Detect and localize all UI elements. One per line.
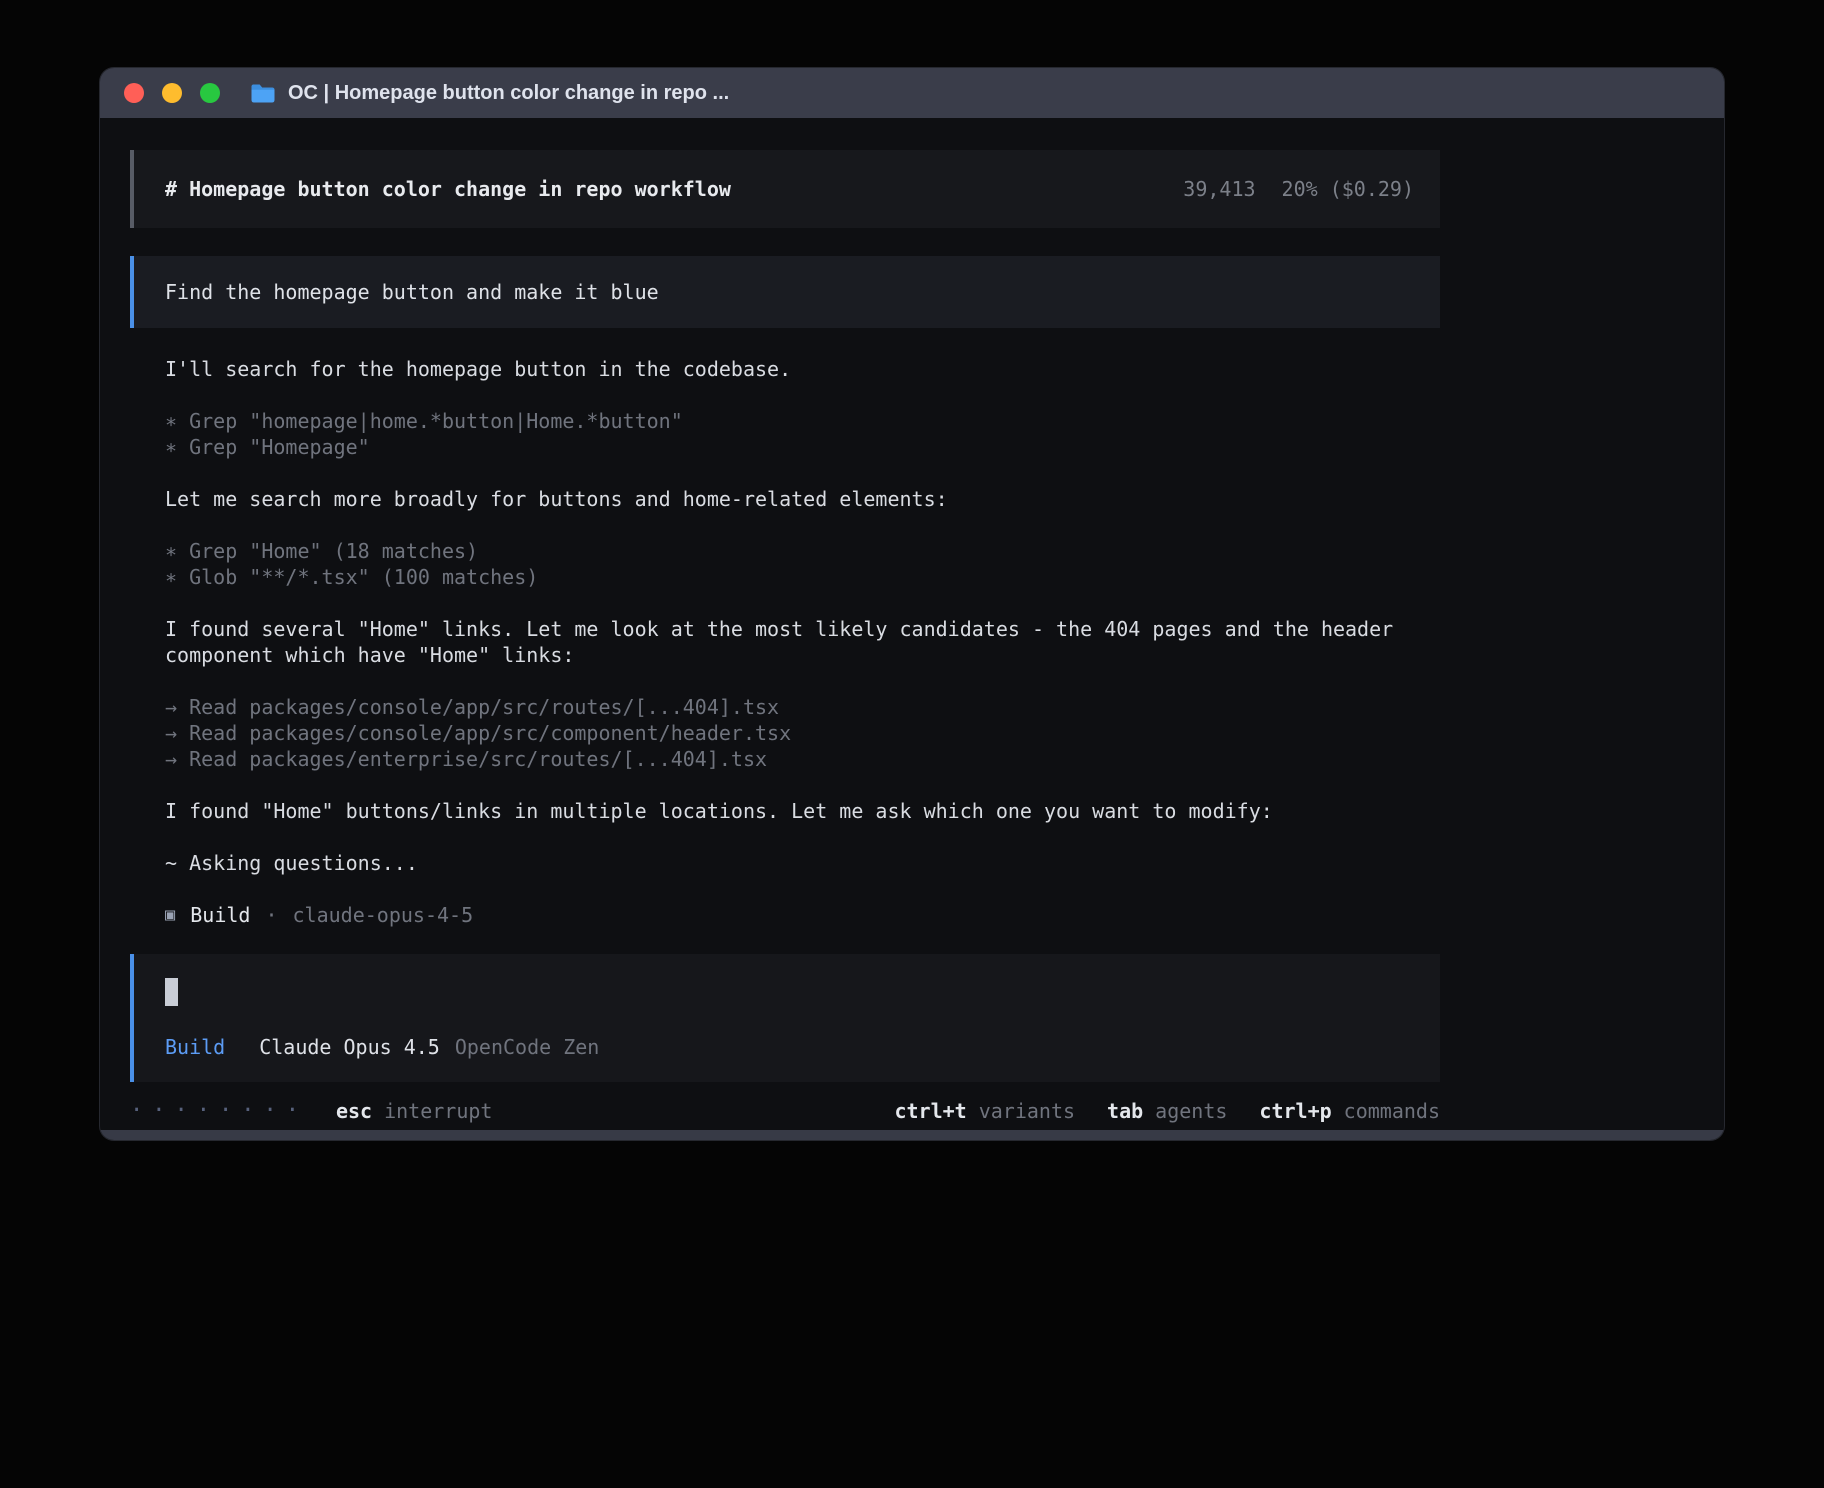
shortcut-label: commands [1344, 1098, 1440, 1124]
window-title: OC | Homepage button color change in rep… [288, 82, 729, 105]
shortcut-key: tab [1107, 1098, 1143, 1124]
esc-key-label: interrupt [384, 1098, 492, 1124]
token-count: 39,413 [1183, 177, 1255, 201]
traffic-lights [124, 83, 220, 103]
tool-call-read: → Read packages/console/app/src/routes/[… [165, 694, 1440, 720]
status-bar-left: ········ esc interrupt [130, 1098, 492, 1124]
minimize-window-button[interactable] [162, 83, 182, 103]
tool-call-read: → Read packages/console/app/src/componen… [165, 720, 1440, 746]
tool-call-grep: ∗ Grep "homepage|home.*button|Home.*butt… [165, 408, 1440, 434]
conversation: I'll search for the homepage button in t… [130, 356, 1440, 928]
session-stats: 39,413 20% ($0.29) [1183, 177, 1414, 201]
tool-call-group: ∗ Grep "Home" (18 matches) ∗ Glob "**/*.… [165, 538, 1440, 590]
status-line: ~ Asking questions... [165, 850, 1410, 876]
spinner-dots: ········ [130, 1098, 308, 1124]
terminal-content: # Homepage button color change in repo w… [130, 150, 1440, 1124]
separator-dot: · [265, 902, 277, 928]
esc-key-hint: esc [336, 1098, 372, 1124]
assistant-text: I'll search for the homepage button in t… [165, 356, 1410, 382]
tool-call-glob: ∗ Glob "**/*.tsx" (100 matches) [165, 564, 1440, 590]
window-title-group: OC | Homepage button color change in rep… [250, 82, 729, 105]
shortcut-label: agents [1155, 1098, 1227, 1124]
agent-mode-badge[interactable]: Build [165, 1034, 225, 1060]
tool-call-grep: ∗ Grep "Home" (18 matches) [165, 538, 1440, 564]
user-message-text: Find the homepage button and make it blu… [165, 280, 659, 304]
tool-call-grep: ∗ Grep "Homepage" [165, 434, 1440, 460]
user-message: Find the homepage button and make it blu… [130, 256, 1440, 328]
folder-icon [250, 83, 276, 104]
close-window-button[interactable] [124, 83, 144, 103]
agent-model: claude-opus-4-5 [293, 902, 474, 928]
status-bar-right: ctrl+t variants tab agents ctrl+p comman… [894, 1098, 1440, 1124]
tool-call-group: → Read packages/console/app/src/routes/[… [165, 694, 1440, 772]
agent-icon: ▣ [165, 902, 175, 928]
session-header: # Homepage button color change in repo w… [130, 150, 1440, 228]
tool-call-group: ∗ Grep "homepage|home.*button|Home.*butt… [165, 408, 1440, 460]
session-title: # Homepage button color change in repo w… [165, 177, 731, 201]
maximize-window-button[interactable] [200, 83, 220, 103]
assistant-text: I found "Home" buttons/links in multiple… [165, 798, 1410, 824]
agent-name: Build [190, 902, 250, 928]
assistant-text: Let me search more broadly for buttons a… [165, 486, 1410, 512]
model-name: Claude Opus 4.5 [259, 1034, 440, 1060]
shortcut-label: variants [979, 1098, 1075, 1124]
tool-call-read: → Read packages/enterprise/src/routes/[.… [165, 746, 1440, 772]
shortcut-variants: ctrl+t variants [894, 1098, 1075, 1124]
shortcut-agents: tab agents [1107, 1098, 1227, 1124]
input-meta-row: Build Claude Opus 4.5 OpenCode Zen [165, 1034, 1440, 1060]
model-provider: OpenCode Zen [455, 1034, 600, 1060]
shortcut-commands: ctrl+p commands [1259, 1098, 1440, 1124]
assistant-text: I found several "Home" links. Let me loo… [165, 616, 1410, 668]
shortcut-interrupt: esc interrupt [336, 1098, 493, 1124]
shortcut-key: ctrl+p [1259, 1098, 1331, 1124]
status-bar: ········ esc interrupt ctrl+t variants t… [130, 1098, 1440, 1124]
text-cursor [165, 978, 178, 1006]
agent-status-line: ▣ Build · claude-opus-4-5 [165, 902, 1440, 928]
titlebar: OC | Homepage button color change in rep… [100, 68, 1724, 118]
shortcut-key: ctrl+t [894, 1098, 966, 1124]
prompt-input[interactable]: Build Claude Opus 4.5 OpenCode Zen [130, 954, 1440, 1082]
terminal-window: OC | Homepage button color change in rep… [100, 68, 1724, 1140]
window-bottom-edge [100, 1130, 1724, 1140]
context-usage-cost: 20% ($0.29) [1282, 177, 1414, 201]
